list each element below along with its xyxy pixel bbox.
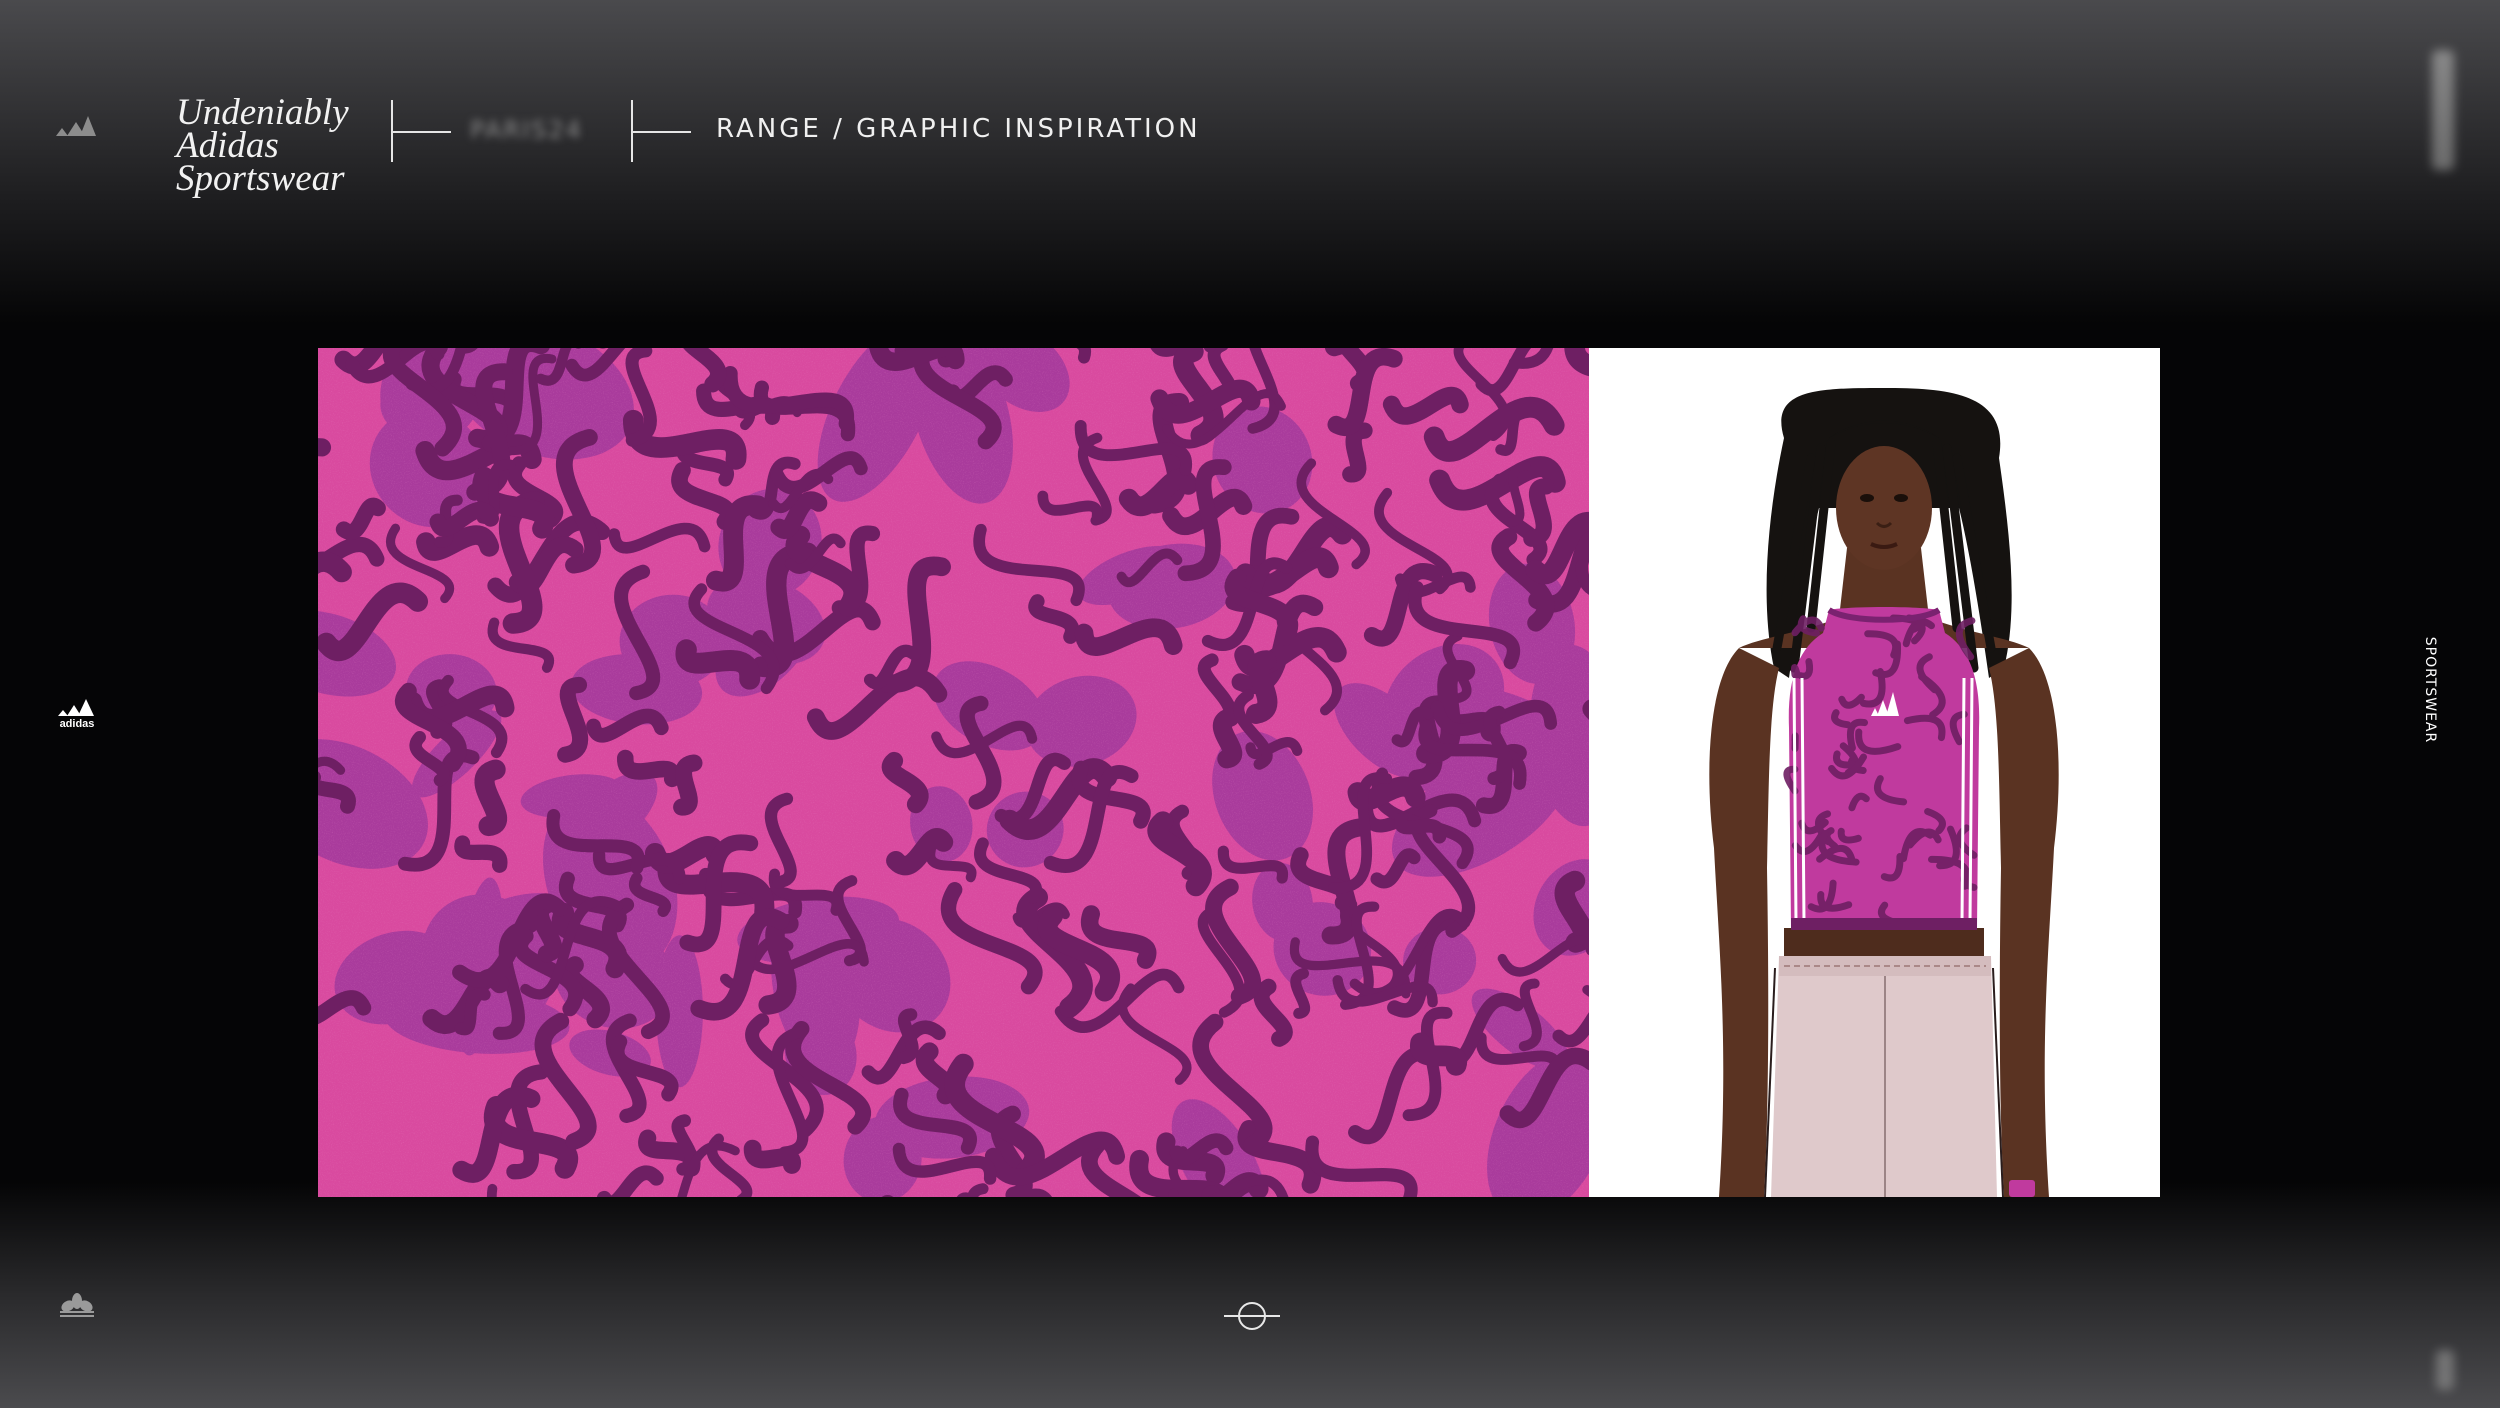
adidas-performance-logo-icon (56, 116, 96, 136)
model-wearing-crop-top (1709, 388, 2059, 1197)
header-divider-line (631, 131, 691, 133)
graphic-pattern-panel (318, 348, 1589, 1197)
section-title: RANGE / GRAPHIC INSPIRATION (716, 114, 1201, 144)
crosshair-icon[interactable] (1224, 1298, 1280, 1334)
product-render-panel (1589, 348, 2160, 1197)
blurred-page-number (2436, 1350, 2454, 1390)
brand-tagline: Undeniably Adidas Sportswear (176, 94, 349, 199)
tagline-line-3: Sportswear (176, 158, 345, 199)
blurred-corner-label (2432, 50, 2454, 170)
adidas-trefoil-icon (60, 1293, 94, 1317)
swirl-pattern-graphic (318, 348, 1589, 1197)
adidas-logo-icon: adidas (58, 699, 95, 730)
svg-text:adidas: adidas (60, 718, 95, 730)
side-label: SPORTSWEAR (2422, 636, 2438, 744)
blurred-collection-label: PARIS24 (470, 116, 583, 144)
header-divider-line (391, 131, 451, 133)
